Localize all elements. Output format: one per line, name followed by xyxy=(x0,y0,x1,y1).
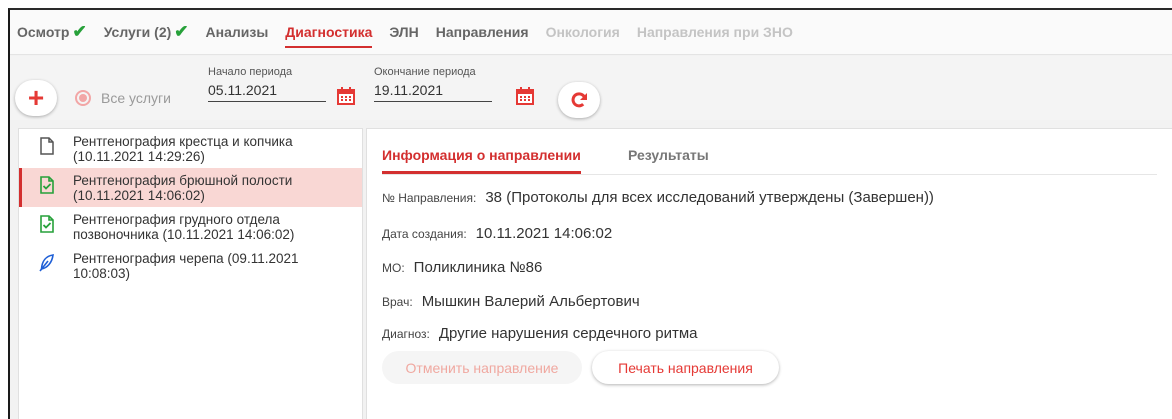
tab-label: Онкология xyxy=(545,24,620,40)
list-item-label: Рентгенография крестца и копчика (10.11.… xyxy=(73,134,293,164)
created-date-row: Дата создания: 10.11.2021 14:06:02 xyxy=(382,225,612,242)
tab-referrals[interactable]: Направления xyxy=(436,10,529,55)
list-item[interactable]: Рентгенография черепа (09.11.2021 10:08:… xyxy=(19,246,362,285)
tab-results[interactable]: Результаты xyxy=(628,147,709,163)
calendar-icon[interactable] xyxy=(336,86,356,106)
tab-label: Направления xyxy=(435,24,529,40)
refresh-icon xyxy=(571,92,587,108)
tab-label: Анализы xyxy=(205,24,269,40)
mo-label: МО: xyxy=(382,261,405,275)
tab-analyses[interactable]: Анализы xyxy=(206,10,269,55)
period-end-input[interactable] xyxy=(374,81,492,102)
created-date-value: 10.11.2021 14:06:02 xyxy=(475,225,613,242)
referral-number-value: 38 (Протоколы для всех исследований утве… xyxy=(485,189,934,206)
tab-zno-referrals: Направления при ЗНО xyxy=(637,10,793,55)
add-button[interactable]: + xyxy=(15,80,57,116)
cancel-referral-button: Отменить направление xyxy=(382,351,582,384)
document-check-icon xyxy=(40,215,54,233)
tab-label: Услуги (2) xyxy=(103,24,172,40)
app-frame: Осмотр ✔ Услуги (2) ✔ Анализы Диагностик… xyxy=(8,8,1172,419)
diagnosis-value: Другие нарушения сердечного ритма xyxy=(438,325,698,342)
period-start-field: Начало периода xyxy=(208,66,326,102)
tab-diagnostics[interactable]: Диагностика xyxy=(285,10,373,55)
mo-row: МО: Поликлиника №86 xyxy=(382,259,542,276)
list-item-label: Рентгенография грудного отдела позвоночн… xyxy=(73,212,295,242)
tab-eln[interactable]: ЭЛН xyxy=(389,10,418,55)
list-item-label: Рентгенография брюшной полости (10.11.20… xyxy=(73,173,293,203)
tab-oncology: Онкология xyxy=(546,10,620,55)
referral-number-label: № Направления: xyxy=(382,191,477,205)
document-icon xyxy=(40,137,54,155)
toolbar: + Все услуги Начало периода Окончание пе… xyxy=(10,56,1172,120)
tab-label: Осмотр xyxy=(17,24,70,40)
tab-services[interactable]: Услуги (2) ✔ xyxy=(104,10,189,55)
list-item[interactable]: Рентгенография брюшной полости (10.11.20… xyxy=(19,168,362,207)
study-list: Рентгенография крестца и копчика (10.11.… xyxy=(18,128,363,419)
list-item[interactable]: Рентгенография грудного отдела позвоночн… xyxy=(19,207,362,246)
period-start-label: Начало периода xyxy=(208,66,293,78)
calendar-icon[interactable] xyxy=(515,86,535,106)
referral-detail-panel: Информация о направлении Результаты № На… xyxy=(366,128,1172,419)
created-date-label: Дата создания: xyxy=(382,227,467,241)
detail-tabs: Информация о направлении Результаты xyxy=(382,129,1157,175)
feather-pen-icon xyxy=(39,254,54,272)
all-services-label: Все услуги xyxy=(101,90,171,106)
diagnosis-row: Диагноз: Другие нарушения сердечного рит… xyxy=(382,325,698,342)
period-start-input[interactable] xyxy=(208,81,326,102)
tab-label: Информация о направлении xyxy=(382,147,581,163)
tab-label: Результаты xyxy=(628,147,709,163)
tab-label: Диагностика xyxy=(285,24,373,40)
tab-osmotr[interactable]: Осмотр ✔ xyxy=(17,10,87,55)
doctor-label: Врач: xyxy=(382,295,413,309)
plus-icon: + xyxy=(27,82,45,113)
referral-number-row: № Направления: 38 (Протоколы для всех ис… xyxy=(382,189,934,206)
checkmark-icon: ✔ xyxy=(72,22,87,41)
tab-label: Направления при ЗНО xyxy=(636,24,793,40)
main-tabs: Осмотр ✔ Услуги (2) ✔ Анализы Диагностик… xyxy=(10,10,1172,55)
diagnosis-label: Диагноз: xyxy=(382,327,430,341)
doctor-value: Мышкин Валерий Альбертович xyxy=(421,293,640,310)
period-end-field: Окончание периода xyxy=(374,66,492,102)
document-check-icon xyxy=(40,176,54,194)
tab-label: ЭЛН xyxy=(389,24,419,40)
doctor-row: Врач: Мышкин Валерий Альбертович xyxy=(382,293,640,310)
all-services-option[interactable]: Все услуги xyxy=(75,90,171,106)
list-item[interactable]: Рентгенография крестца и копчика (10.11.… xyxy=(19,129,362,168)
active-tab-indicator xyxy=(382,171,581,174)
checkmark-icon: ✔ xyxy=(174,22,189,41)
tab-referral-info[interactable]: Информация о направлении xyxy=(382,147,581,174)
print-referral-button[interactable]: Печать направления xyxy=(592,351,779,384)
refresh-button[interactable] xyxy=(558,82,600,118)
list-item-label: Рентгенография черепа (09.11.2021 10:08:… xyxy=(73,251,299,281)
period-end-label: Окончание периода xyxy=(374,66,476,78)
mo-value: Поликлиника №86 xyxy=(413,259,543,276)
all-services-radio[interactable] xyxy=(75,90,91,106)
